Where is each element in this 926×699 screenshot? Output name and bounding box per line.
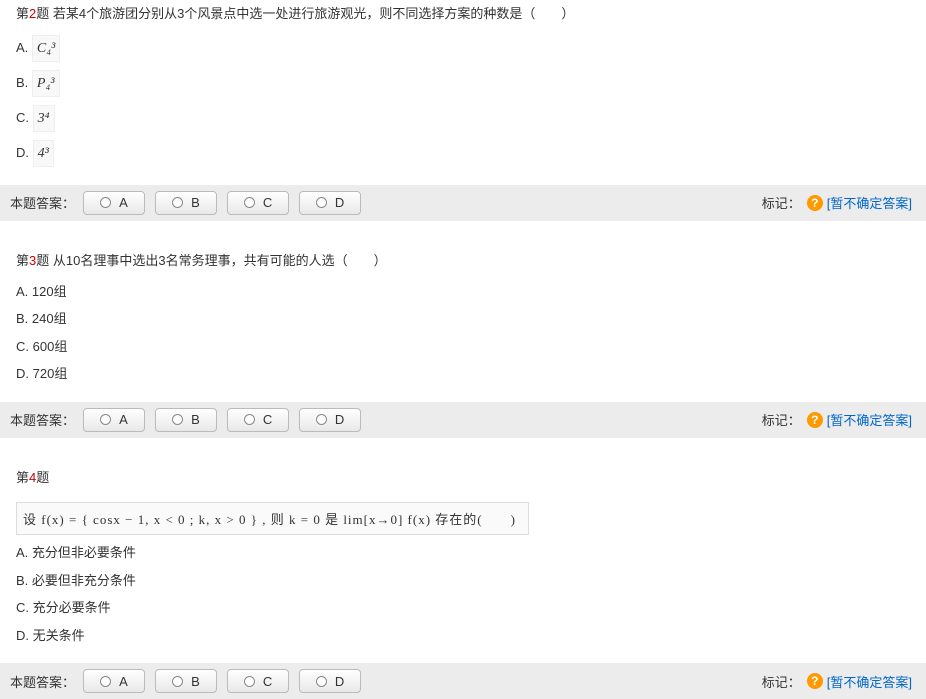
option-text: 必要但非充分条件 — [32, 573, 136, 588]
radio-icon — [316, 414, 327, 425]
options: A. 充分但非必要条件 B. 必要但非充分条件 C. 充分必要条件 D. 无关条… — [0, 543, 926, 663]
answer-bar: 本题答案： A B C D 标记： ? [暂不确定答案] — [0, 402, 926, 438]
answer-button-C[interactable]: C — [227, 408, 289, 432]
stem-text: 从10名理事中选出3名常务理事，共有可能的人选（ ） — [49, 253, 386, 268]
option-D: D. 4³ — [16, 140, 910, 167]
radio-icon — [100, 676, 111, 687]
answer-button-D[interactable]: D — [299, 191, 361, 215]
question-stem: 第3题 从10名理事中选出3名常务理事，共有可能的人选（ ） — [0, 247, 926, 282]
radio-icon — [100, 414, 111, 425]
answer-button-D[interactable]: D — [299, 408, 361, 432]
option-B: B. 240组 — [16, 309, 910, 329]
math-expr: C₄³ — [32, 35, 60, 62]
options: A. 120组 B. 240组 C. 600组 D. 720组 — [0, 282, 926, 402]
option-D: D. 无关条件 — [16, 626, 910, 646]
answer-button-B[interactable]: B — [155, 191, 217, 215]
question-stem: 第4题 — [0, 464, 926, 499]
answer-bar: 本题答案： A B C D 标记： ? [暂不确定答案] — [0, 663, 926, 699]
option-text: 600组 — [33, 339, 68, 354]
answer-button-B[interactable]: B — [155, 669, 217, 693]
mark-label: 标记： — [762, 193, 801, 212]
option-D: D. 720组 — [16, 364, 910, 384]
answer-button-A[interactable]: A — [83, 669, 145, 693]
answer-button-B[interactable]: B — [155, 408, 217, 432]
option-A: A. 充分但非必要条件 — [16, 543, 910, 563]
mark-label: 标记： — [762, 410, 801, 429]
option-text: 无关条件 — [33, 628, 85, 643]
option-B: B. P₄³ — [16, 70, 910, 97]
option-C: C. 3⁴ — [16, 105, 910, 132]
option-A: A. 120组 — [16, 282, 910, 302]
answer-button-A[interactable]: A — [83, 191, 145, 215]
help-icon[interactable]: ? — [807, 195, 823, 211]
uncertain-link[interactable]: [暂不确定答案] — [827, 193, 912, 212]
answer-label: 本题答案： — [10, 193, 75, 212]
answer-button-C[interactable]: C — [227, 191, 289, 215]
answer-button-D[interactable]: D — [299, 669, 361, 693]
radio-icon — [244, 197, 255, 208]
answer-label: 本题答案： — [10, 672, 75, 691]
math-expr: 3⁴ — [33, 105, 55, 132]
math-expr: P₄³ — [32, 70, 60, 97]
radio-icon — [316, 676, 327, 687]
radio-icon — [244, 676, 255, 687]
radio-icon — [172, 197, 183, 208]
math-expr: 4³ — [33, 140, 54, 167]
stem-text: 若某4个旅游团分别从3个风景点中选一处进行旅游观光，则不同选择方案的种数是（ ） — [49, 6, 574, 21]
options: A. C₄³ B. P₄³ C. 3⁴ D. 4³ — [0, 35, 926, 185]
answer-bar: 本题答案： A B C D 标记： ? [暂不确定答案] — [0, 185, 926, 221]
radio-icon — [244, 414, 255, 425]
option-A: A. C₄³ — [16, 35, 910, 62]
option-text: 充分但非必要条件 — [32, 545, 136, 560]
option-text: 720组 — [33, 366, 68, 381]
question-stem: 第2题 若某4个旅游团分别从3个风景点中选一处进行旅游观光，则不同选择方案的种数… — [0, 0, 926, 35]
option-B: B. 必要但非充分条件 — [16, 571, 910, 591]
answer-button-C[interactable]: C — [227, 669, 289, 693]
question-4: 第4题 设 f(x) = { cosx − 1, x < 0 ; k, x > … — [0, 464, 926, 699]
radio-icon — [172, 414, 183, 425]
option-C: C. 600组 — [16, 337, 910, 357]
radio-icon — [172, 676, 183, 687]
mark-label: 标记： — [762, 672, 801, 691]
help-icon[interactable]: ? — [807, 412, 823, 428]
uncertain-link[interactable]: [暂不确定答案] — [827, 672, 912, 691]
option-C: C. 充分必要条件 — [16, 598, 910, 618]
math-formula: 设 f(x) = { cosx − 1, x < 0 ; k, x > 0 } … — [16, 502, 529, 535]
answer-button-A[interactable]: A — [83, 408, 145, 432]
help-icon[interactable]: ? — [807, 673, 823, 689]
option-text: 充分必要条件 — [33, 600, 111, 615]
option-text: 120组 — [32, 284, 67, 299]
question-2: 第2题 若某4个旅游团分别从3个风景点中选一处进行旅游观光，则不同选择方案的种数… — [0, 0, 926, 221]
question-3: 第3题 从10名理事中选出3名常务理事，共有可能的人选（ ） A. 120组 B… — [0, 247, 926, 438]
radio-icon — [100, 197, 111, 208]
option-text: 240组 — [32, 311, 67, 326]
uncertain-link[interactable]: [暂不确定答案] — [827, 410, 912, 429]
answer-label: 本题答案： — [10, 410, 75, 429]
radio-icon — [316, 197, 327, 208]
